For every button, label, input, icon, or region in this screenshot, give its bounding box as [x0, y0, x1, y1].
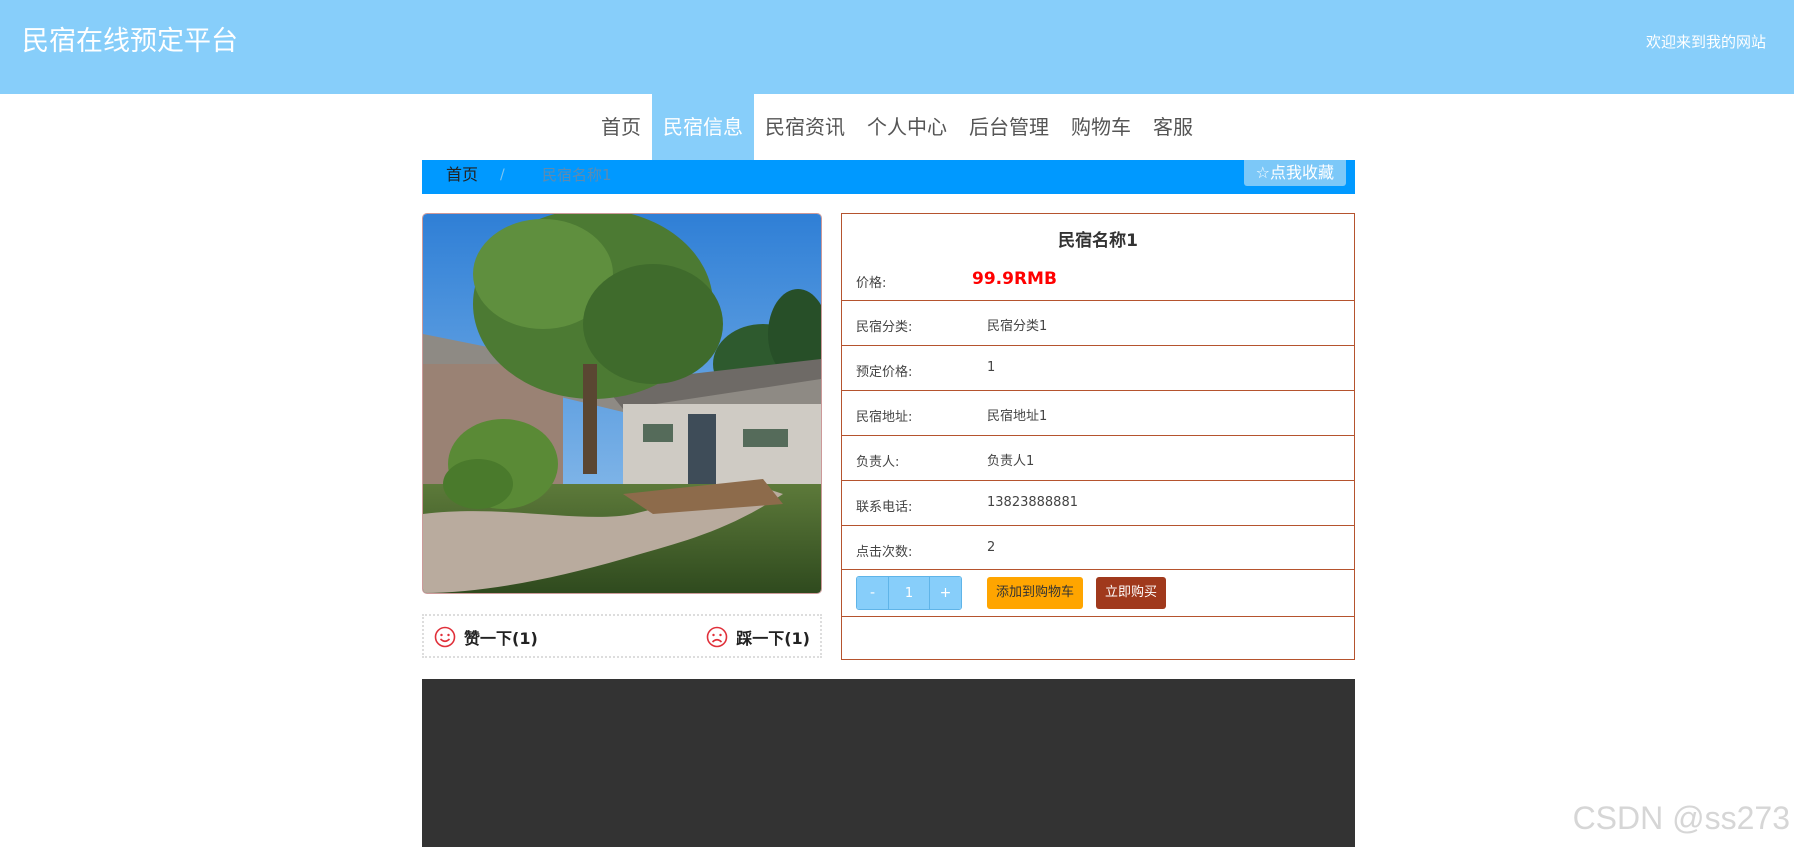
quantity-input[interactable]	[888, 577, 930, 609]
quantity-increase-button[interactable]: +	[930, 577, 961, 609]
like-label: 赞一下(1)	[464, 629, 538, 648]
click-count-value: 2	[987, 540, 996, 555]
quantity-decrease-button[interactable]: -	[857, 577, 888, 609]
top-header: 民宿在线预定平台 欢迎来到我的网站	[0, 0, 1794, 94]
divider	[842, 616, 1354, 617]
address-label: 民宿地址:	[856, 410, 913, 425]
divider	[842, 300, 1354, 301]
add-to-cart-button[interactable]: 添加到购物车	[987, 577, 1084, 609]
booking-price-value: 1	[987, 360, 996, 375]
breadcrumb: 首页 / 民宿名称1 ☆点我收藏	[422, 160, 1355, 194]
divider	[842, 435, 1354, 436]
nav-item-personal-center[interactable]: 个人中心	[856, 94, 958, 160]
detail-panel: 民宿名称1 价格: 99.9RMB 民宿分类: 民宿分类1 预定价格: 1 民宿…	[841, 213, 1355, 660]
vote-bar: 赞一下(1) 踩一下(1)	[422, 614, 822, 658]
booking-price-label: 预定价格:	[856, 365, 913, 380]
divider	[842, 525, 1354, 526]
divider	[842, 345, 1354, 346]
favorite-button[interactable]: ☆点我收藏	[1243, 160, 1346, 186]
phone-value: 13823888881	[987, 495, 1078, 510]
dislike-button[interactable]: 踩一下(1)	[706, 625, 810, 649]
manager-value: 负责人1	[987, 454, 1035, 469]
click-count-label: 点击次数:	[856, 545, 913, 560]
divider	[842, 569, 1354, 570]
buy-now-button[interactable]: 立即购买	[1096, 577, 1167, 609]
main-nav: 首页 民宿信息 民宿资讯 个人中心 后台管理 购物车 客服	[0, 94, 1794, 160]
phone-label: 联系电话:	[856, 500, 913, 515]
like-button[interactable]: 赞一下(1)	[434, 625, 538, 649]
divider	[842, 390, 1354, 391]
address-value: 民宿地址1	[987, 409, 1048, 424]
nav-item-homestay-news[interactable]: 民宿资讯	[754, 94, 856, 160]
nav-item-homestay-info[interactable]: 民宿信息	[652, 94, 754, 160]
nav-item-customer-service[interactable]: 客服	[1142, 94, 1204, 160]
breadcrumb-separator: /	[500, 167, 505, 183]
divider	[842, 480, 1354, 481]
dislike-label: 踩一下(1)	[736, 629, 810, 648]
manager-label: 负责人:	[856, 455, 900, 470]
site-title[interactable]: 民宿在线预定平台	[22, 22, 238, 62]
nav-item-admin[interactable]: 后台管理	[958, 94, 1060, 160]
breadcrumb-current: 民宿名称1	[542, 166, 612, 184]
homestay-photo-image	[423, 214, 821, 593]
welcome-text: 欢迎来到我的网站	[1645, 33, 1766, 51]
footer	[422, 679, 1355, 847]
price-label: 价格:	[856, 276, 887, 291]
frown-icon	[706, 626, 728, 648]
smile-icon	[434, 626, 456, 648]
nav-item-cart[interactable]: 购物车	[1060, 94, 1142, 160]
watermark: CSDN @ss273	[1572, 800, 1790, 836]
homestay-name: 民宿名称1	[1058, 231, 1138, 251]
breadcrumb-home-link[interactable]: 首页	[446, 160, 478, 190]
homestay-photo	[422, 213, 822, 594]
price-value: 99.9RMB	[972, 269, 1057, 289]
category-value: 民宿分类1	[987, 319, 1048, 334]
nav-item-home[interactable]: 首页	[590, 94, 652, 160]
category-label: 民宿分类:	[856, 320, 913, 335]
quantity-stepper: - +	[856, 576, 962, 610]
